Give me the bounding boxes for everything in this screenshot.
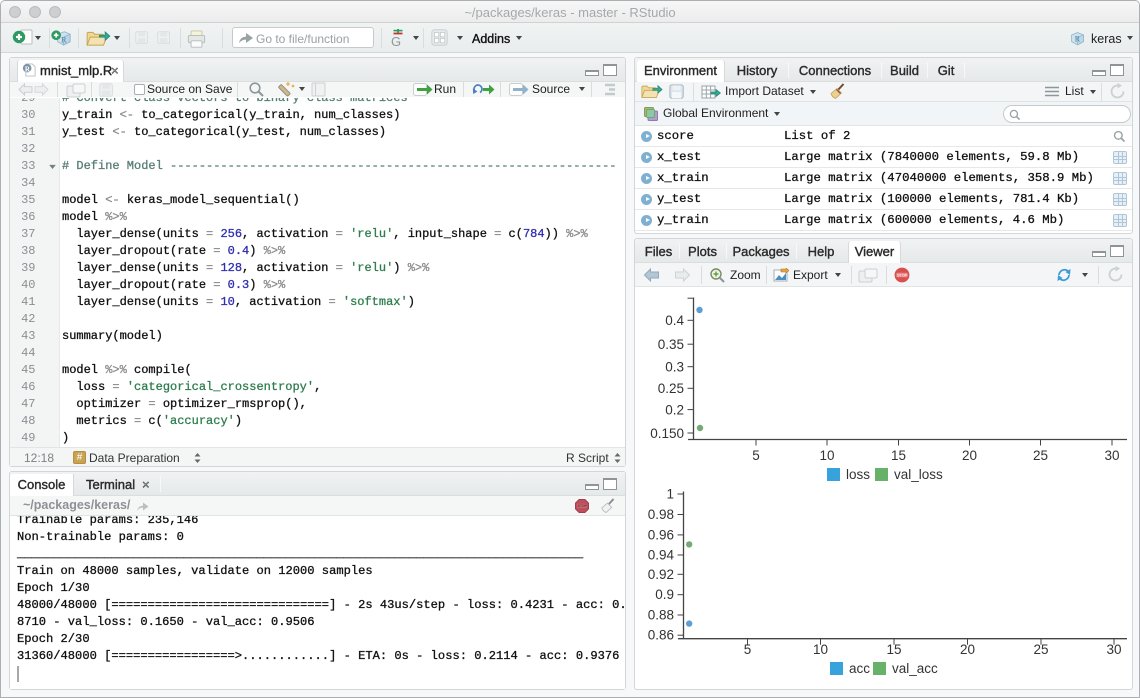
svg-text:5: 5 xyxy=(752,448,760,463)
svg-text:STOP: STOP xyxy=(897,272,908,277)
svg-text:0.94: 0.94 xyxy=(648,548,675,563)
svg-text:val_acc: val_acc xyxy=(892,661,938,676)
svg-text:30: 30 xyxy=(1106,642,1121,657)
svg-text:0.150: 0.150 xyxy=(650,426,684,441)
svg-text:0.98: 0.98 xyxy=(648,507,674,522)
svg-text:loss: loss xyxy=(846,467,870,482)
svg-text:acc: acc xyxy=(849,661,870,676)
svg-text:0.35: 0.35 xyxy=(658,337,684,352)
svg-text:val_loss: val_loss xyxy=(894,467,943,482)
svg-text:0.3: 0.3 xyxy=(665,360,684,375)
svg-text:0.96: 0.96 xyxy=(648,527,674,542)
svg-text:10: 10 xyxy=(819,448,834,463)
svg-text:1: 1 xyxy=(666,487,674,502)
svg-text:25: 25 xyxy=(1033,642,1048,657)
svg-text:STOP: STOP xyxy=(578,504,588,508)
svg-text:0.88: 0.88 xyxy=(648,608,674,623)
svg-text:R: R xyxy=(61,36,67,45)
svg-text:20: 20 xyxy=(960,642,975,657)
svg-text:0.2: 0.2 xyxy=(665,403,684,418)
svg-text:G: G xyxy=(391,34,401,48)
svg-text:5: 5 xyxy=(744,642,752,657)
svg-text:15: 15 xyxy=(891,448,906,463)
svg-text:25: 25 xyxy=(1033,448,1048,463)
svg-text:30: 30 xyxy=(1104,448,1119,463)
svg-text:10: 10 xyxy=(813,642,828,657)
svg-text:0.4: 0.4 xyxy=(665,313,684,328)
svg-text:0.25: 0.25 xyxy=(658,381,684,396)
svg-text:15: 15 xyxy=(886,642,901,657)
svg-text:R: R xyxy=(1075,35,1081,44)
svg-text:20: 20 xyxy=(962,448,977,463)
svg-text:0.86: 0.86 xyxy=(648,628,674,643)
svg-text:0.92: 0.92 xyxy=(648,567,674,582)
svg-text:0.9: 0.9 xyxy=(655,587,674,602)
